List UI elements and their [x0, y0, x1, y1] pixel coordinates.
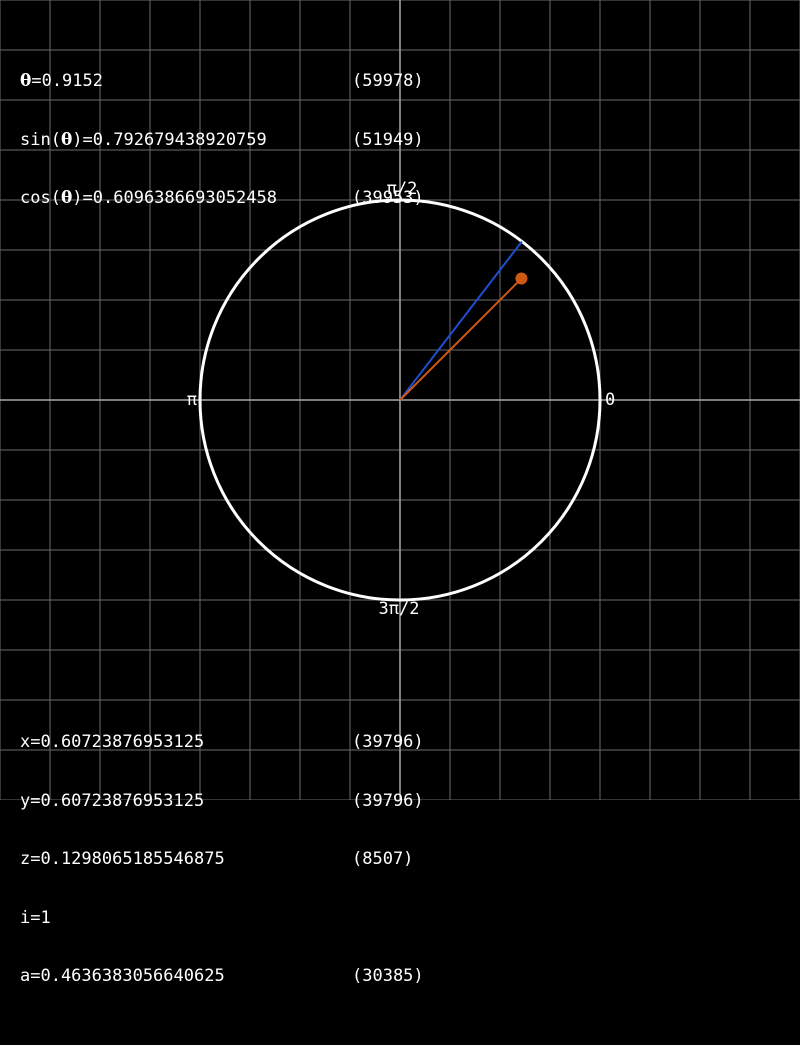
cordic-state-panel: x=0.60723876953125 (39796) y=0.607238769… — [20, 694, 424, 1006]
cos-number: )=0.6096386693052458 — [72, 188, 277, 208]
cos-theta-symbol: θ — [60, 188, 73, 208]
x-value: x=0.60723876953125 — [20, 732, 205, 752]
true-angle-line — [399, 240, 523, 401]
cordic-vector-point — [515, 272, 528, 285]
y-count: (39796) — [352, 790, 424, 811]
sin-value: sin(θ)=0.792679438920759 — [20, 129, 267, 151]
a-count: (30385) — [352, 966, 424, 986]
sin-count: (51949) — [352, 129, 424, 150]
sin-number: )=0.792679438920759 — [72, 129, 267, 150]
cos-row: cos(θ)=0.6096386693052458 (39953) — [20, 188, 424, 209]
sin-prefix: sin( — [20, 129, 61, 150]
cos-prefix: cos( — [20, 188, 61, 208]
theta-count: (59978) — [352, 71, 424, 91]
z-value: z=0.1298065185546875 — [20, 849, 225, 869]
theta-row: θ=0.9152 (59978) — [20, 71, 424, 92]
cos-count: (39953) — [352, 188, 424, 208]
i-value: i=1 — [20, 907, 51, 928]
x-row: x=0.60723876953125 (39796) — [20, 732, 424, 753]
x-count: (39796) — [352, 732, 424, 752]
z-count: (8507) — [352, 849, 414, 869]
i-row: i=1 — [20, 907, 61, 929]
angle-label-0: 0 — [605, 390, 615, 410]
angle-label-pi: π — [187, 390, 197, 410]
sin-row: sin(θ)=0.792679438920759 (51949) — [20, 130, 424, 151]
y-row: y=0.60723876953125 (39796) — [20, 791, 424, 812]
a-value: a=0.4636383056640625 — [20, 966, 225, 986]
theta-number: =0.9152 — [31, 71, 103, 91]
theta-value: θ=0.9152 — [20, 71, 103, 92]
sin-theta-symbol: θ — [60, 129, 73, 150]
unit-circle-diagram: 0 π/2 π 3π/2 — [0, 0, 800, 800]
angle-readout-panel: θ=0.9152 (59978) sin(θ)=0.79267943892075… — [20, 33, 424, 228]
a-row: a=0.4636383056640625 (30385) — [20, 966, 424, 987]
theta-symbol: θ — [20, 71, 32, 91]
cordic-vector-line — [399, 277, 523, 401]
z-row: z=0.1298065185546875 (8507) — [20, 849, 413, 870]
angle-label-3pi-half: 3π/2 — [379, 599, 420, 619]
y-value: y=0.60723876953125 — [20, 790, 205, 811]
cos-value: cos(θ)=0.6096386693052458 — [20, 188, 277, 209]
